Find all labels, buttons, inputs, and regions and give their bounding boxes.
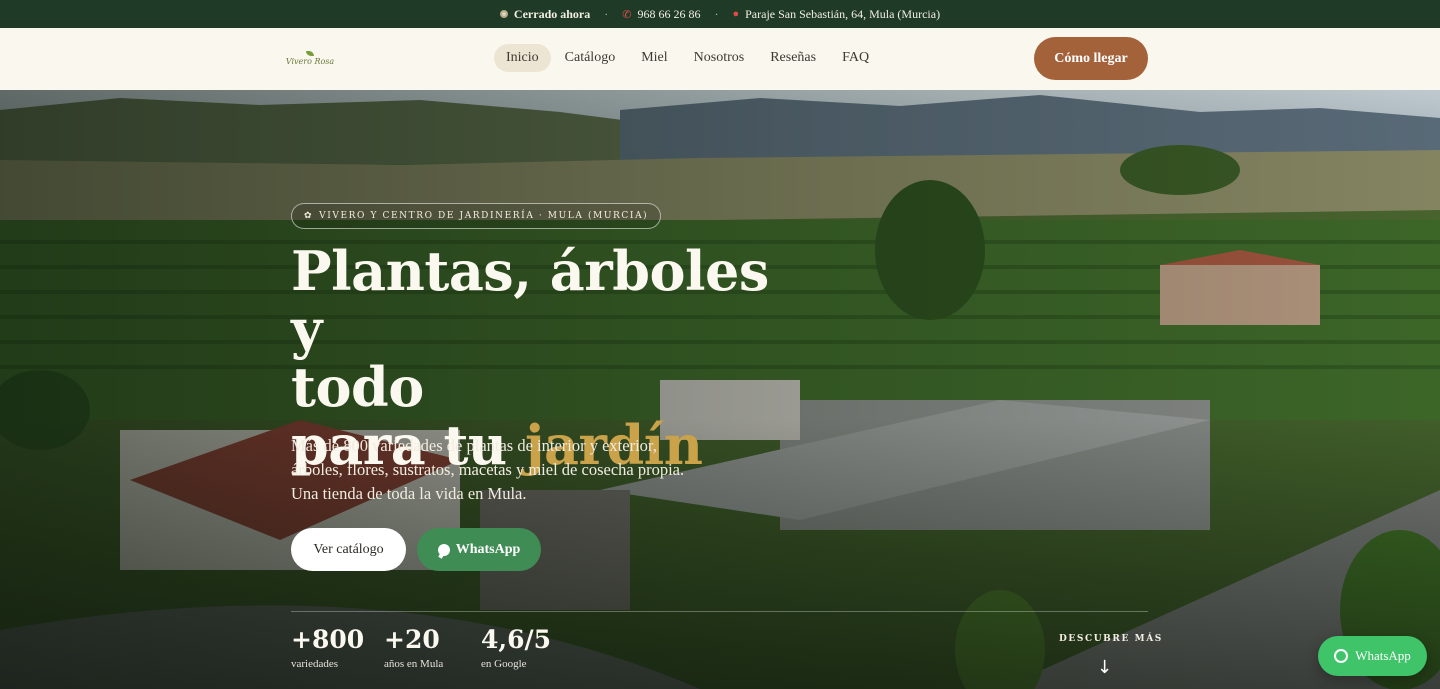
como-llegar-button[interactable]: Cómo llegar <box>1034 37 1148 80</box>
stat-label: en Google <box>481 658 527 670</box>
hero-badge-text: VIVERO Y CENTRO DE JARDINERÍA · MULA (MU… <box>319 211 649 221</box>
hero-subtitle: Más de 800 variedades de plantas de inte… <box>291 436 685 503</box>
status-dot-icon <box>499 10 508 18</box>
nav-link-miel[interactable]: Miel <box>629 44 679 72</box>
phone-number[interactable]: 968 66 26 86 <box>637 7 700 22</box>
hero-section: ✿ VIVERO Y CENTRO DE JARDINERÍA · MULA (… <box>0 90 1440 689</box>
stat-number: +20 <box>384 625 440 654</box>
stat-years: +20 años en Mula <box>384 625 443 670</box>
whatsapp-button[interactable]: WhatsApp <box>417 528 541 571</box>
nav-link-resenas[interactable]: Reseñas <box>758 44 828 72</box>
stat-number: +800 <box>291 625 365 654</box>
nav-links: Inicio Catálogo Miel Nosotros Reseñas FA… <box>494 44 883 72</box>
separator: · <box>714 6 719 21</box>
hero-badge: ✿ VIVERO Y CENTRO DE JARDINERÍA · MULA (… <box>291 203 662 229</box>
stat-varieties: +800 variedades <box>291 625 364 670</box>
leaf-icon: ✿ <box>304 211 314 221</box>
hero-divider <box>291 611 1148 612</box>
hero-title-line1: Plantas, árboles y <box>291 239 769 361</box>
nav-link-inicio[interactable]: Inicio <box>494 44 551 72</box>
logo-leaf-icon <box>306 50 314 56</box>
separator: · <box>604 6 609 21</box>
main-navbar: Vivero Rosa Inicio Catálogo Miel Nosotro… <box>0 28 1440 90</box>
opening-status: Cerrado ahora <box>513 6 591 21</box>
descubre-mas-link[interactable]: DESCUBRE MÁS <box>1059 634 1163 644</box>
phone-icon: ✆ <box>622 8 632 21</box>
whatsapp-icon <box>437 543 450 556</box>
nav-link-catalogo[interactable]: Catálogo <box>553 44 628 72</box>
phone-item[interactable]: ✆ 968 66 26 86 <box>622 7 700 22</box>
arrow-down-icon[interactable]: ↓ <box>1097 657 1112 678</box>
stat-number: 4,6/5 <box>481 625 552 654</box>
status-item: Cerrado ahora <box>499 6 591 22</box>
stat-label: variedades <box>291 658 339 670</box>
hero-title-line2: todo <box>291 355 424 419</box>
address-item[interactable]: ● Paraje San Sebastián, 64, Mula (Murcia… <box>732 7 940 22</box>
stat-label: años en Mula <box>384 658 444 670</box>
address-text[interactable]: Paraje San Sebastián, 64, Mula (Murcia) <box>745 7 940 22</box>
floating-whatsapp-button[interactable]: WhatsApp <box>1318 636 1427 676</box>
floating-whatsapp-label: WhatsApp <box>1355 648 1411 663</box>
nav-link-nosotros[interactable]: Nosotros <box>682 44 757 72</box>
ver-catalogo-button[interactable]: Ver catálogo <box>291 528 406 571</box>
site-logo[interactable]: Vivero Rosa <box>286 48 334 68</box>
whatsapp-icon <box>1334 649 1349 663</box>
whatsapp-button-label: WhatsApp <box>455 541 521 557</box>
nav-link-faq[interactable]: FAQ <box>830 44 881 72</box>
stat-rating: 4,6/5 en Google <box>481 625 551 670</box>
logo-text: Vivero Rosa <box>285 56 335 66</box>
map-pin-icon: ● <box>732 8 740 20</box>
top-info-bar: Cerrado ahora · ✆ 968 66 26 86 · ● Paraj… <box>0 0 1440 28</box>
